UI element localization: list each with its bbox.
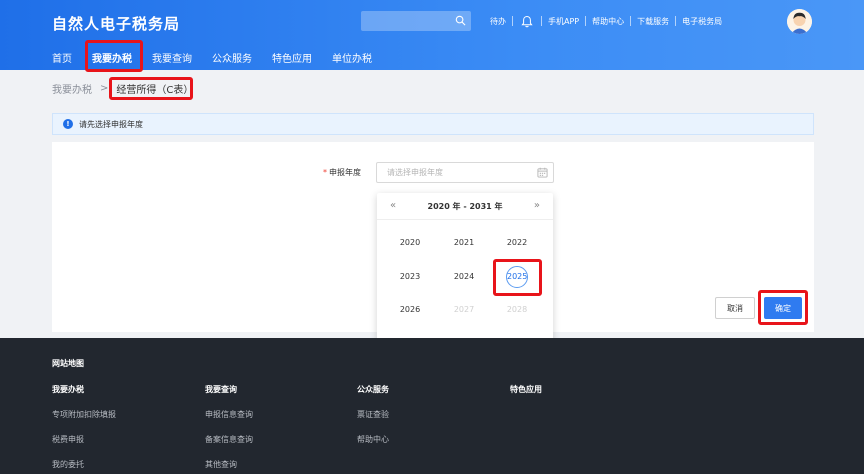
year-cell-label: 2027 (453, 305, 475, 314)
calendar-icon[interactable] (537, 167, 548, 178)
notice-text: 请先选择申报年度 (79, 119, 143, 129)
search-icon[interactable] (455, 15, 466, 26)
notice-bar: ! 请先选择申报年度 (52, 113, 814, 135)
nav-featured-apps[interactable]: 特色应用 (272, 50, 312, 65)
footer-link[interactable]: 专项附加扣除填报 (52, 409, 116, 420)
year-cell-label: 2024 (453, 272, 475, 281)
year-cell-2027: 2027 (444, 305, 484, 314)
year-cell-2022[interactable]: 2022 (497, 238, 537, 247)
year-range-label: 2020 年 - 2031 年 (427, 202, 503, 211)
year-cell-label: 2023 (399, 272, 421, 281)
breadcrumb-current: 经营所得（C表） (116, 85, 194, 96)
next-decade-button[interactable]: » (534, 200, 540, 211)
help-center-link[interactable]: 帮助中心 (586, 16, 630, 27)
footer-link[interactable]: 备案信息查询 (205, 434, 253, 445)
footer-link[interactable]: 我的委托 (52, 459, 116, 470)
year-cell-2026[interactable]: 2026 (390, 305, 430, 314)
year-cell-label: 2020 (399, 238, 421, 247)
footer-link[interactable]: 帮助中心 (357, 434, 389, 445)
confirm-button[interactable]: 确定 (764, 297, 802, 319)
avatar[interactable] (787, 9, 812, 34)
year-cell-label: 2022 (506, 238, 528, 247)
year-label: * 申报年度 (323, 167, 361, 178)
footer-column: 特色应用 (510, 384, 542, 409)
year-cell-2021[interactable]: 2021 (444, 238, 484, 247)
mobile-app-link[interactable]: 手机APP (542, 16, 585, 27)
footer-column: 公众服务票证查验帮助中心 (357, 384, 389, 459)
year-select-input[interactable]: 请选择申报年度 (376, 162, 554, 183)
user-avatar-icon (787, 9, 812, 34)
app-title: 自然人电子税务局 (52, 15, 181, 33)
year-input-placeholder: 请选择申报年度 (387, 168, 443, 177)
year-cell-2028: 2028 (497, 305, 537, 314)
footer-link[interactable]: 票证查验 (357, 409, 389, 420)
footer-column-heading: 特色应用 (510, 385, 542, 394)
required-mark: * (323, 168, 327, 177)
footer-column: 我要查询申报信息查询 备案信息查询 其他查询 (205, 384, 253, 474)
header: 自然人电子税务局 待办 手机APP 帮助中心 下载服务 电子税务局 首页 我要办… (0, 0, 864, 70)
bell-icon[interactable] (521, 15, 533, 28)
nav-public-service[interactable]: 公众服务 (212, 50, 252, 65)
year-cell-2024[interactable]: 2024 (444, 272, 484, 281)
year-cell-label: 2026 (399, 305, 421, 314)
search-input[interactable] (361, 11, 471, 31)
etax-link[interactable]: 电子税务局 (676, 16, 728, 27)
footer-column-heading: 我要查询 (205, 385, 237, 394)
top-links: 待办 手机APP 帮助中心 下载服务 电子税务局 (484, 10, 728, 32)
nav-home[interactable]: 首页 (52, 50, 72, 65)
main-nav: 首页 我要办税 我要查询 公众服务 特色应用 单位办税 (52, 50, 392, 65)
footer-link[interactable]: 税费申报 (52, 434, 116, 445)
year-cell-2025[interactable]: 2025 (497, 266, 537, 288)
site-map-title: 网站地图 (52, 359, 84, 368)
footer-link[interactable]: 其他查询 (205, 459, 253, 470)
year-label-text: 申报年度 (329, 168, 361, 177)
footer-column-heading: 我要办税 (52, 385, 84, 394)
breadcrumb-parent[interactable]: 我要办税 (52, 81, 92, 96)
divider (512, 16, 513, 26)
footer: 网站地图 我要办税专项附加扣除填报 税费申报我的委托 我要查询申报信息查询 备案信息查… (0, 338, 864, 474)
todo-link[interactable]: 待办 (484, 16, 512, 27)
nav-unit-tax[interactable]: 单位办税 (332, 50, 372, 65)
nav-query[interactable]: 我要查询 (152, 50, 192, 65)
breadcrumb-separator: > (100, 83, 109, 94)
footer-link[interactable]: 申报信息查询 (205, 409, 253, 420)
year-cell-label: 2028 (506, 305, 528, 314)
year-cell-label: 2025 (506, 266, 528, 288)
download-link[interactable]: 下载服务 (631, 16, 675, 27)
year-cell-2023[interactable]: 2023 (390, 272, 430, 281)
breadcrumb: 我要办税 > 经营所得（C表） (52, 81, 193, 96)
year-cell-2020[interactable]: 2020 (390, 238, 430, 247)
nav-tax-handling[interactable]: 我要办税 (92, 50, 132, 65)
footer-column: 我要办税专项附加扣除填报 税费申报我的委托 (52, 384, 116, 474)
year-cell-label: 2021 (453, 238, 475, 247)
info-icon: ! (63, 119, 73, 129)
cancel-button[interactable]: 取消 (715, 297, 755, 319)
year-picker-header: « 2020 年 - 2031 年 » (377, 193, 553, 220)
footer-column-heading: 公众服务 (357, 385, 389, 394)
